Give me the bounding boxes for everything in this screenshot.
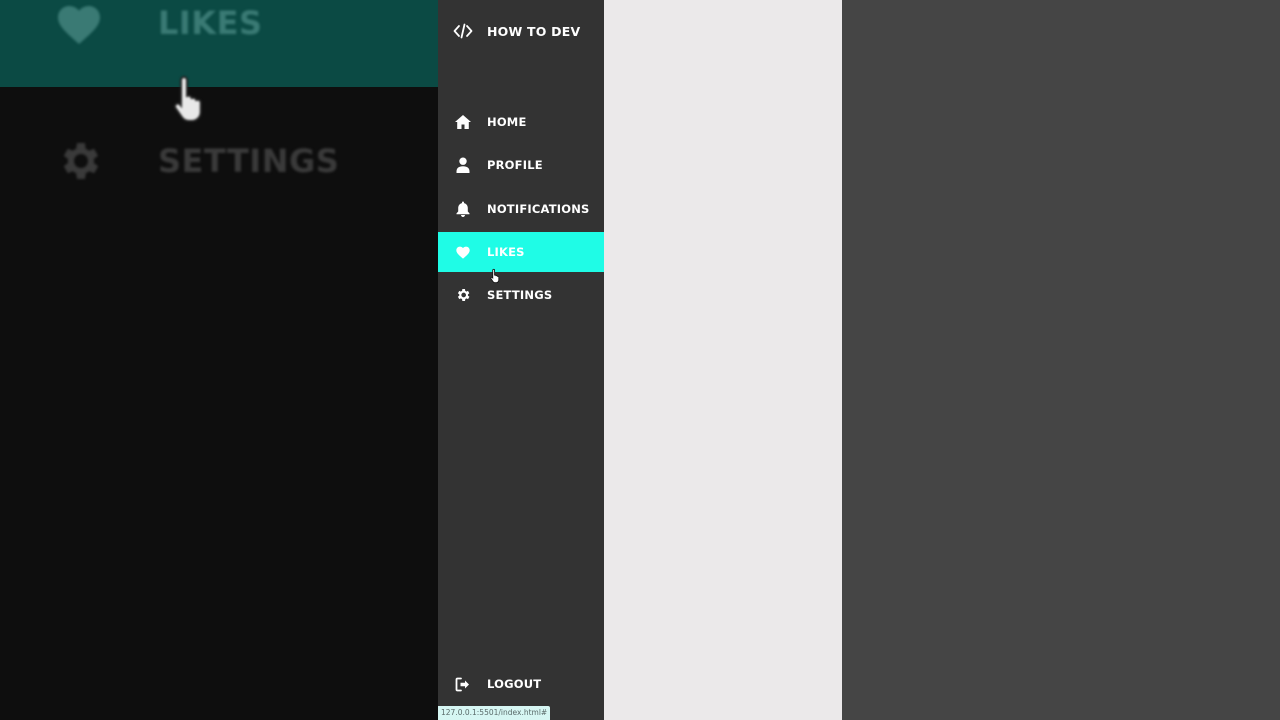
brand-label: HOW TO DEV — [487, 23, 581, 39]
sidebar-item-notifications[interactable]: NOTIFICATIONS — [438, 189, 604, 229]
sidebar-item-label: NOTIFICATIONS — [487, 201, 590, 216]
status-bar-url: 127.0.0.1:5501/index.html# — [438, 706, 551, 720]
backdrop-likes-label: LIKES — [158, 4, 263, 42]
user-icon — [451, 157, 475, 174]
sidebar-item-profile[interactable]: PROFILE — [438, 145, 604, 185]
sidebar-item-likes[interactable]: LIKES — [438, 231, 604, 272]
sidebar-item-label: HOME — [487, 115, 527, 129]
nav-menu: HOME PROFILE NOTIFICATIONS LIKES SETTING… — [438, 102, 604, 318]
brand[interactable]: HOW TO DEV — [438, 16, 604, 46]
backdrop-settings-item: SETTINGS — [50, 132, 339, 190]
screen: LIKES SETTINGS HOW TO DEV HOME PROFILE N… — [0, 0, 1280, 720]
hand-cursor-icon — [490, 268, 501, 288]
code-icon — [451, 23, 475, 39]
main-content — [604, 0, 842, 720]
gear-icon — [451, 287, 475, 303]
logout-label: LOGOUT — [487, 677, 542, 691]
sidebar-item-home[interactable]: HOME — [438, 102, 604, 142]
sidebar-item-label: SETTINGS — [487, 288, 553, 303]
sidebar-item-label: LIKES — [487, 244, 525, 259]
backdrop-settings-label: SETTINGS — [158, 142, 340, 180]
logout-button[interactable]: LOGOUT — [438, 664, 604, 704]
sidebar-item-label: PROFILE — [487, 158, 543, 173]
hand-cursor-icon — [172, 74, 208, 128]
backdrop-likes-item: LIKES — [50, 0, 263, 52]
logout-icon — [451, 677, 475, 692]
zoom-backdrop: LIKES SETTINGS — [0, 0, 438, 720]
bell-icon — [451, 201, 475, 217]
home-icon — [451, 114, 475, 130]
heart-icon — [451, 245, 475, 259]
sidebar-item-settings[interactable]: SETTINGS — [438, 275, 604, 315]
sidebar: HOW TO DEV HOME PROFILE NOTIFICATIONS LI… — [438, 0, 604, 720]
gear-icon — [50, 132, 108, 190]
heart-icon — [50, 0, 108, 52]
